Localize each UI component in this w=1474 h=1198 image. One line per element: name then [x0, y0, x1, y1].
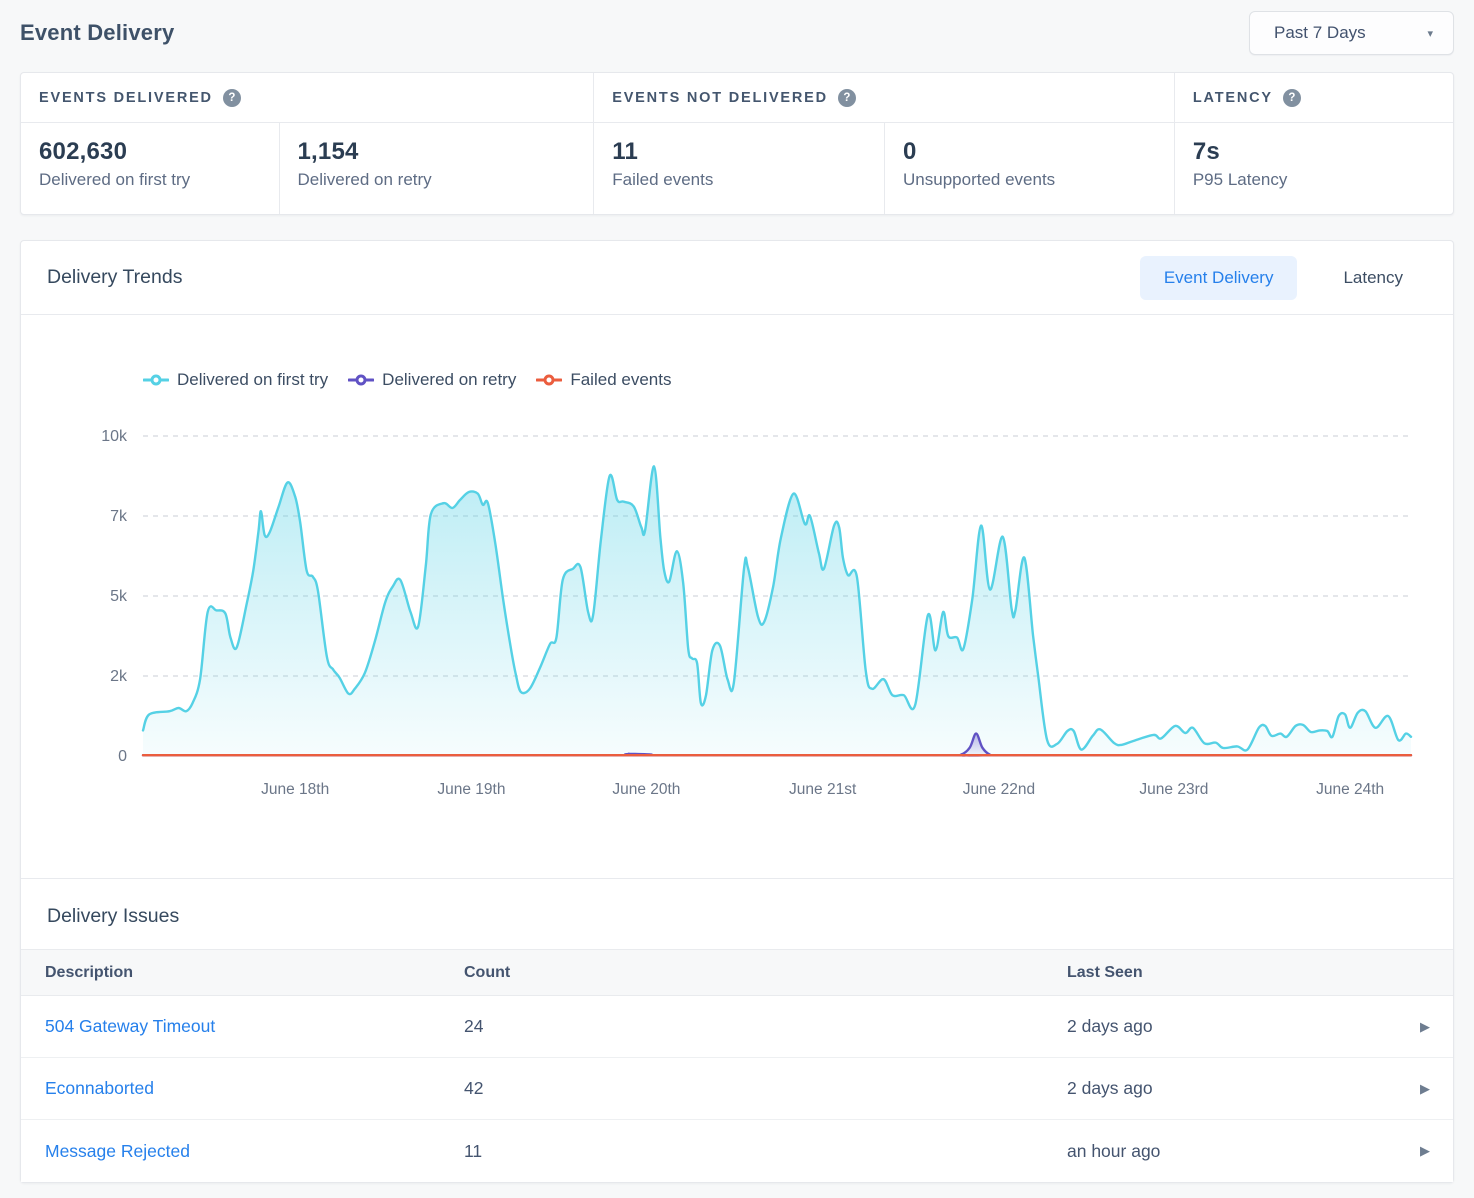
- metric-p95-latency: 7s P95 Latency: [1175, 123, 1453, 214]
- metric-value: 11: [612, 138, 884, 166]
- legend-item-delivered-first-try[interactable]: Delivered on first try: [143, 370, 328, 390]
- legend-line-circle-icon: [143, 374, 169, 386]
- help-icon[interactable]: ?: [1283, 89, 1301, 107]
- column-header-last-seen: Last Seen: [1067, 964, 1397, 982]
- issue-count: 11: [464, 1141, 1067, 1162]
- stat-group-label: LATENCY: [1193, 90, 1273, 106]
- chart-legend: Delivered on first try Delivered on retr…: [143, 369, 1453, 391]
- tab-event-delivery[interactable]: Event Delivery: [1140, 256, 1298, 300]
- issue-last-seen: 2 days ago: [1067, 1078, 1397, 1099]
- chevron-right-icon[interactable]: ▶: [1420, 1081, 1430, 1097]
- stats-summary-card: EVENTS DELIVERED ? 602,630 Delivered on …: [20, 72, 1454, 215]
- delivery-trends-title: Delivery Trends: [47, 266, 182, 289]
- legend-line-circle-icon: [348, 374, 374, 386]
- chevron-right-icon[interactable]: ▶: [1420, 1143, 1430, 1159]
- y-axis-tick-label: 0: [118, 748, 127, 765]
- delivery-issues-title: Delivery Issues: [47, 905, 1427, 928]
- metric-label: Delivered on retry: [298, 170, 594, 190]
- issue-link[interactable]: Econnaborted: [45, 1078, 464, 1099]
- stat-group-label: EVENTS NOT DELIVERED: [612, 90, 828, 106]
- x-axis-tick-label: June 21st: [789, 781, 857, 798]
- metric-value: 7s: [1193, 138, 1453, 166]
- metric-delivered-retry: 1,154 Delivered on retry: [279, 123, 594, 214]
- chevron-down-icon: ▾: [1427, 27, 1433, 40]
- table-row[interactable]: Message Rejected 11 an hour ago ▶: [21, 1120, 1453, 1182]
- issue-count: 42: [464, 1078, 1067, 1099]
- metric-label: P95 Latency: [1193, 170, 1453, 190]
- page: Event Delivery Past 7 Days ▾ EVENTS DELI…: [0, 8, 1474, 1183]
- time-range-value: Past 7 Days: [1274, 23, 1366, 43]
- series-area-0: [143, 466, 1411, 756]
- stat-group-events-not-delivered: EVENTS NOT DELIVERED ? 11 Failed events …: [593, 73, 1174, 214]
- issue-count: 24: [464, 1016, 1067, 1037]
- y-axis-tick-label: 5k: [110, 588, 128, 605]
- x-axis-tick-label: June 18th: [261, 781, 329, 798]
- x-axis-tick-label: June 24th: [1316, 781, 1384, 798]
- x-axis-tick-label: June 20th: [612, 781, 680, 798]
- metric-delivered-first-try: 602,630 Delivered on first try: [21, 123, 279, 214]
- metric-label: Unsupported events: [903, 170, 1174, 190]
- stat-group-events-delivered: EVENTS DELIVERED ? 602,630 Delivered on …: [21, 73, 593, 214]
- time-range-dropdown[interactable]: Past 7 Days ▾: [1249, 11, 1454, 55]
- y-axis-tick-label: 10k: [101, 428, 128, 445]
- table-row[interactable]: Econnaborted 42 2 days ago ▶: [21, 1058, 1453, 1120]
- column-header-count: Count: [464, 964, 1067, 982]
- issue-link[interactable]: Message Rejected: [45, 1141, 464, 1162]
- trends-tabs: Event Delivery Latency: [1140, 256, 1427, 300]
- metric-failed-events: 11 Failed events: [594, 123, 884, 214]
- issue-last-seen: 2 days ago: [1067, 1016, 1397, 1037]
- y-axis-tick-label: 2k: [110, 668, 128, 685]
- delivery-trends-chart: 0 2k 5k 7k 10k June 18th June 19th June 20th Jun…: [21, 391, 1453, 821]
- help-icon[interactable]: ?: [838, 89, 856, 107]
- tab-latency[interactable]: Latency: [1319, 256, 1427, 300]
- table-row[interactable]: 504 Gateway Timeout 24 2 days ago ▶: [21, 996, 1453, 1058]
- metric-unsupported-events: 0 Unsupported events: [884, 123, 1174, 214]
- stat-group-latency: LATENCY ? 7s P95 Latency: [1174, 73, 1453, 214]
- column-header-description: Description: [45, 964, 464, 982]
- metric-value: 602,630: [39, 138, 279, 166]
- x-axis-tick-label: June 19th: [437, 781, 505, 798]
- x-axis-tick-label: June 22nd: [963, 781, 1035, 798]
- legend-item-delivered-retry[interactable]: Delivered on retry: [348, 370, 516, 390]
- issues-table-header: Description Count Last Seen: [21, 949, 1453, 996]
- metric-value: 1,154: [298, 138, 594, 166]
- legend-item-failed-events[interactable]: Failed events: [536, 370, 671, 390]
- legend-line-circle-icon: [536, 374, 562, 386]
- metric-label: Delivered on first try: [39, 170, 279, 190]
- top-bar: Event Delivery Past 7 Days ▾: [20, 8, 1454, 58]
- delivery-trends-section: Delivery Trends Event Delivery Latency D…: [21, 241, 1453, 878]
- page-title: Event Delivery: [20, 20, 174, 46]
- metric-label: Failed events: [612, 170, 884, 190]
- help-icon[interactable]: ?: [223, 89, 241, 107]
- issue-link[interactable]: 504 Gateway Timeout: [45, 1016, 464, 1037]
- chevron-right-icon[interactable]: ▶: [1420, 1019, 1430, 1035]
- issue-last-seen: an hour ago: [1067, 1141, 1397, 1162]
- y-axis-tick-label: 7k: [110, 508, 128, 525]
- x-axis-tick-label: June 23rd: [1139, 781, 1208, 798]
- metric-value: 0: [903, 138, 1174, 166]
- delivery-issues-section: Delivery Issues Description Count Last S…: [21, 878, 1453, 1182]
- trends-and-issues-panel: Delivery Trends Event Delivery Latency D…: [20, 240, 1454, 1183]
- stat-group-label: EVENTS DELIVERED: [39, 90, 213, 106]
